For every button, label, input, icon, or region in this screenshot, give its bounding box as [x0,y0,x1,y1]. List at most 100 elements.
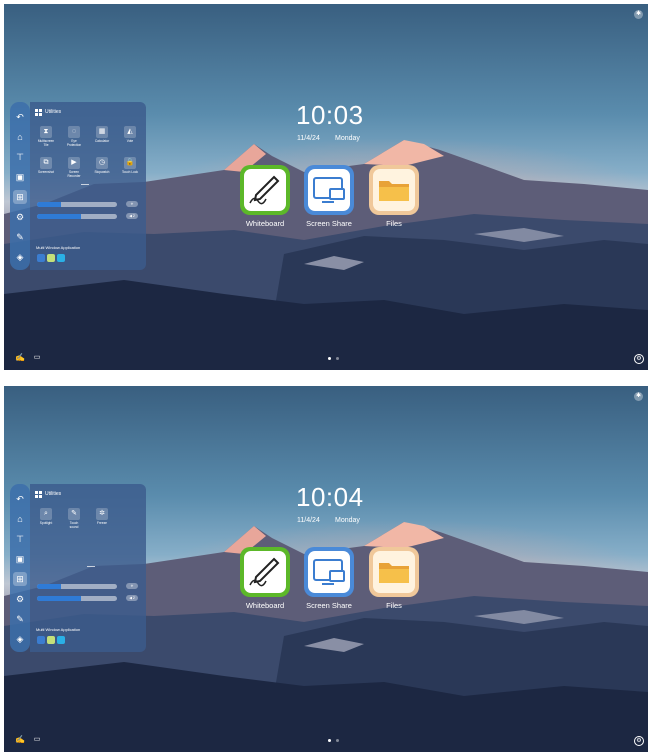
browser-app-icon[interactable] [37,254,45,262]
tool-label: Spotlight [39,521,53,525]
whiteboard-mini-icon[interactable] [47,254,55,262]
brightness-icon[interactable]: ☀ [126,201,138,207]
page-dots [328,357,339,360]
tool-calculator[interactable]: ▦ Calculator [89,126,115,144]
bluetooth-icon[interactable]: ✱ [634,392,643,401]
screen-share-label: Screen Share [306,601,352,610]
page-indicator [81,184,89,185]
pen-tool-icon[interactable]: ✍ [15,353,25,363]
clock-day: Monday [335,517,360,524]
files-app[interactable]: Files [367,165,421,228]
annotate-icon[interactable]: ✎ [13,230,27,244]
clock-time: 10:04 [296,482,364,512]
screen-share-app[interactable]: Screen Share [302,547,356,610]
apps-grid-icon[interactable]: ⊞ [13,572,27,586]
screen-share-app[interactable]: Screen Share [302,165,356,228]
multi-window-apps [37,636,65,644]
tool-label: Calculator [94,139,110,143]
screen-share-mini-icon[interactable] [57,254,65,262]
screen-share-mini-icon[interactable] [57,636,65,644]
back-icon[interactable]: ↶ [13,110,27,124]
utilities-panel: Utilities ⌕ Spotlight ✎ Touch sound ✲ Fr… [30,484,146,652]
page-dots [328,739,339,742]
multi-window-title: Multi Window Application [36,245,81,250]
tool-stopwatch[interactable]: ◷ Stopwatch [89,157,115,175]
settings-icon[interactable]: ⚙ [13,210,27,224]
whiteboard-mini-icon[interactable] [47,636,55,644]
lock-icon: 🔒 [124,157,136,169]
utilities-panel: Utilities ⧗ Multiscreen Tile ◌ Eye Prote… [30,102,146,270]
apps-grid-icon[interactable]: ⊞ [13,190,27,204]
source-icon[interactable]: ▣ [13,170,27,184]
panel-title: Utilities [45,109,62,115]
layers-icon[interactable]: ◈ [13,632,27,646]
brightness-slider[interactable] [37,584,117,589]
volume-icon[interactable]: ◀ 2 [126,595,138,601]
tool-multiscreen-tile[interactable]: ⧗ Multiscreen Tile [33,126,59,148]
clock-time: 10:03 [296,100,364,130]
annotate-icon[interactable]: ✎ [13,612,27,626]
source-icon[interactable]: ▣ [13,552,27,566]
browser-app-icon[interactable] [37,636,45,644]
volume-icon[interactable]: ◀ 2 [126,213,138,219]
tool-touch-sound[interactable]: ✎ Touch sound [61,508,87,530]
multi-window-title: Multi Window Application [36,627,81,632]
home-icon[interactable]: ⌂ [13,130,27,144]
tool-label: Multiscreen Tile [37,139,55,147]
whiteboard-label: Whiteboard [245,219,285,228]
back-icon[interactable]: ↶ [13,492,27,506]
stopwatch-icon: ◷ [96,157,108,169]
volume-slider[interactable] [37,596,117,601]
page-indicator [87,566,95,567]
whiteboard-app[interactable]: Whiteboard [238,547,292,610]
windows-icon[interactable]: ▭ [32,735,42,745]
screenshot-icon: ⧉ [40,157,52,169]
settings-corner-icon[interactable]: ⚙ [634,736,644,746]
side-toolbar: ↶ ⌂ ⊤ ▣ ⊞ ⚙ ✎ ◈ [10,484,30,652]
tool-touch-lock[interactable]: 🔒 Touch Lock [117,157,143,175]
desktop-screen: ✱ 10:03 11/4/24 Monday Whiteboard Screen… [4,4,648,370]
brightness-icon[interactable]: ☀ [126,583,138,589]
tool-freeze[interactable]: ✲ Freeze [89,508,115,526]
screen-share-icon [313,559,345,585]
tool-screenshot[interactable]: ⧉ Screenshot [33,157,59,175]
signage-icon[interactable]: ⊤ [13,150,27,164]
screen-share-label: Screen Share [306,219,352,228]
signage-icon[interactable]: ⊤ [13,532,27,546]
volume-slider[interactable] [37,214,117,219]
tool-screen-recorder[interactable]: ▶ Screen Recorder [61,157,87,179]
tool-eye-protection[interactable]: ◌ Eye Protection [61,126,87,148]
utilities-grid-icon [35,108,42,116]
freeze-icon: ✲ [96,508,108,520]
tool-label: Touch Lock [121,170,139,174]
tool-spotlight[interactable]: ⌕ Spotlight [33,508,59,526]
tool-label: Freeze [97,521,107,525]
bluetooth-icon[interactable]: ✱ [634,10,643,19]
brightness-slider[interactable] [37,202,117,207]
windows-icon[interactable]: ▭ [32,353,42,363]
layers-icon[interactable]: ◈ [13,250,27,264]
home-icon[interactable]: ⌂ [13,512,27,526]
folder-icon [379,181,409,201]
tool-label: Eye Protection [66,139,82,147]
multi-window-apps [37,254,65,262]
whiteboard-app[interactable]: Whiteboard [238,165,292,228]
folder-icon [379,563,409,583]
pen-icon [249,175,280,205]
files-app[interactable]: Files [367,547,421,610]
spotlight-icon: ⌕ [40,508,52,520]
pen-tool-icon[interactable]: ✍ [15,735,25,745]
tool-label: Touch sound [69,521,79,529]
settings-icon[interactable]: ⚙ [13,592,27,606]
tool-label: Screenshot [37,170,55,174]
multiscreen-icon: ⧗ [40,126,52,138]
files-label: Files [386,601,402,610]
settings-corner-icon[interactable]: ⚙ [634,354,644,364]
files-label: Files [386,219,402,228]
tool-label: Screen Recorder [67,170,81,178]
panel-header: Utilities [35,489,61,499]
tool-vote[interactable]: ◭ Vote [117,126,143,144]
pen-icon [249,557,280,587]
side-toolbar: ↶ ⌂ ⊤ ▣ ⊞ ⚙ ✎ ◈ [10,102,30,270]
panel-header: Utilities [35,107,61,117]
